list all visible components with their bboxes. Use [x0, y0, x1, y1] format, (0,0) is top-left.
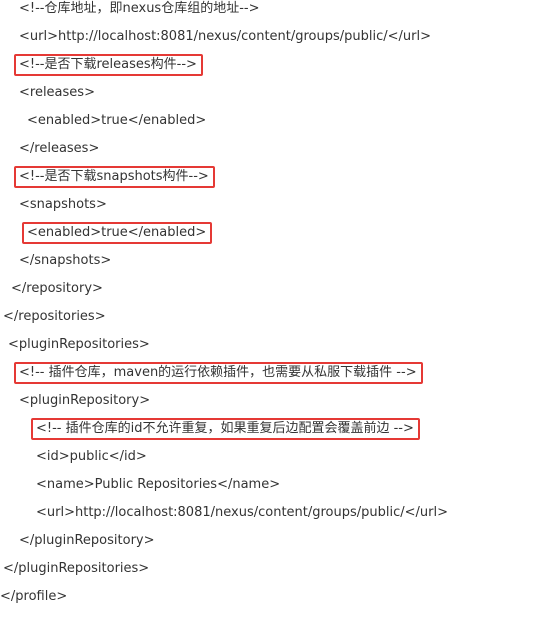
- code-line-18: <name>Public Repositories</name>: [36, 477, 281, 492]
- xml-code-view: <!--仓库地址，即nexus仓库组的地址--> <url>http://loc…: [0, 0, 534, 619]
- code-line-14-highlighted: <!-- 插件仓库，maven的运行依赖插件，也需要从私服下载插件 -->: [14, 362, 423, 384]
- code-line-20: </pluginRepository>: [19, 533, 155, 548]
- code-line-4: <releases>: [19, 85, 95, 100]
- code-line-13: <pluginRepositories>: [8, 337, 150, 352]
- code-line-10: </snapshots>: [19, 253, 112, 268]
- code-line-19: <url>http://localhost:8081/nexus/content…: [36, 505, 449, 520]
- code-line-15: <pluginRepository>: [19, 393, 151, 408]
- code-line-2: <url>http://localhost:8081/nexus/content…: [19, 29, 432, 44]
- code-line-6: </releases>: [19, 141, 100, 156]
- code-line-1: <!--仓库地址，即nexus仓库组的地址-->: [19, 1, 260, 16]
- code-line-17: <id>public</id>: [36, 449, 147, 464]
- code-line-3-highlighted: <!--是否下载releases构件-->: [14, 54, 203, 76]
- code-line-9-highlighted: <enabled>true</enabled>: [21, 222, 213, 244]
- code-line-12: </repositories>: [3, 309, 106, 324]
- code-line-7-highlighted: <!--是否下载snapshots构件-->: [14, 166, 215, 188]
- code-line-11: </repository>: [11, 281, 103, 296]
- code-line-16-highlighted: <!-- 插件仓库的id不允许重复，如果重复后边配置会覆盖前边 -->: [31, 418, 420, 440]
- code-line-5: <enabled>true</enabled>: [27, 113, 207, 128]
- code-line-22: </profile>: [0, 589, 68, 604]
- code-line-8: <snapshots>: [19, 197, 107, 212]
- code-line-21: </pluginRepositories>: [3, 561, 150, 576]
